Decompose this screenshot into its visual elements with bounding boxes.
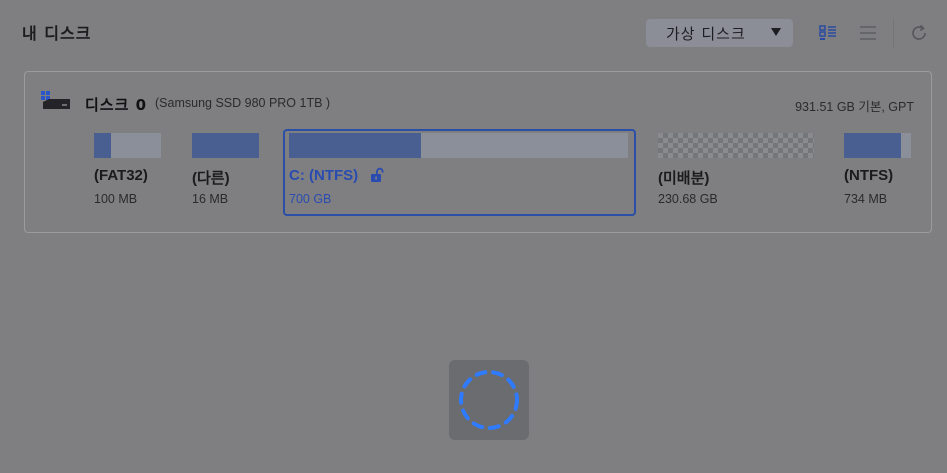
loading-spinner-icon (459, 370, 519, 430)
disk-card[interactable]: 디스크 0 (Samsung SSD 980 PRO 1TB ) 931.51 … (24, 71, 932, 233)
partition-usage-bar (94, 133, 161, 158)
caret-down-icon (771, 28, 781, 36)
partition-size: 100 MB (94, 192, 138, 206)
grid-view-icon[interactable] (817, 22, 839, 44)
partition-usage-bar (192, 133, 259, 158)
partition-name: C: (NTFS) (289, 167, 359, 184)
partition-name: (미배분) (658, 170, 710, 187)
partition-usage-bar (844, 133, 911, 158)
partition-name: (FAT32) (94, 167, 148, 184)
my-disks-page: 내 디스크 가상 디스크 디스크 0 (Samsung SSD 980 PRO … (0, 0, 947, 473)
loading-overlay (449, 360, 529, 440)
disk-label: 디스크 0 (85, 96, 148, 114)
partition-usage-fill (192, 133, 259, 158)
partition-usage-fill (844, 133, 901, 158)
disk-drive-icon (40, 90, 72, 112)
unallocated-bar (658, 133, 814, 158)
disk-model: (Samsung SSD 980 PRO 1TB ) (155, 96, 331, 110)
partition-usage-fill (94, 133, 111, 158)
partition-name: (NTFS) (844, 167, 894, 184)
refresh-icon[interactable] (908, 22, 930, 44)
disk-view-select[interactable]: 가상 디스크 (646, 19, 793, 47)
partition-usage-bar (289, 133, 628, 158)
disk-summary: 931.51 GB 기본, GPT (795, 100, 914, 114)
partition-name: (다른) (192, 170, 230, 187)
page-title: 내 디스크 (22, 24, 92, 43)
partition-size: 16 MB (192, 192, 229, 206)
list-view-icon[interactable] (857, 22, 879, 44)
partition-size: 734 MB (844, 192, 888, 206)
toolbar-divider (893, 18, 894, 48)
unlock-icon (370, 167, 384, 183)
partition-usage-fill (289, 133, 422, 158)
disk-view-select-value: 가상 디스크 (666, 24, 746, 43)
partition-size: 700 GB (289, 192, 332, 206)
partition-size: 230.68 GB (658, 192, 718, 206)
